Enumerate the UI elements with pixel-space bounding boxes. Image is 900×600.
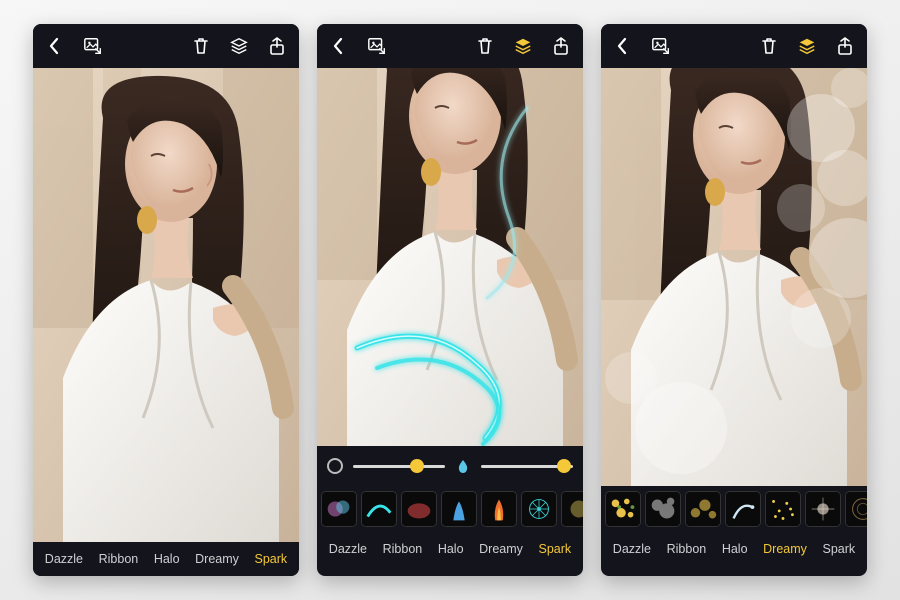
- phone-screen-1: Dazzle Ribbon Halo Dreamy Spark: [33, 24, 299, 576]
- tab-ribbon[interactable]: Ribbon: [667, 542, 707, 556]
- effect-thumbnails: [317, 486, 583, 532]
- trash-icon[interactable]: [759, 36, 779, 56]
- effect-thumb[interactable]: [685, 491, 721, 527]
- effect-thumb[interactable]: [725, 491, 761, 527]
- effect-thumb[interactable]: [605, 491, 641, 527]
- effect-category-tabs: Dazzle Ribbon Halo Dreamy Spark: [317, 532, 583, 566]
- effect-thumb[interactable]: [441, 491, 477, 527]
- effect-thumb[interactable]: [805, 491, 841, 527]
- tab-dreamy[interactable]: Dreamy: [479, 542, 523, 556]
- layers-icon[interactable]: [797, 36, 817, 56]
- tab-spark[interactable]: Spark: [823, 542, 856, 556]
- share-icon[interactable]: [835, 36, 855, 56]
- tab-dreamy[interactable]: Dreamy: [195, 552, 239, 566]
- image-edit-icon[interactable]: [83, 36, 103, 56]
- tab-dreamy[interactable]: Dreamy: [763, 542, 807, 556]
- tab-dazzle[interactable]: Dazzle: [45, 552, 83, 566]
- effect-category-tabs: Dazzle Ribbon Halo Dreamy Spark: [601, 532, 867, 566]
- image-edit-icon[interactable]: [367, 36, 387, 56]
- tab-spark[interactable]: Spark: [539, 542, 572, 556]
- brush-opacity-slider[interactable]: [481, 465, 573, 468]
- effect-thumb[interactable]: [481, 491, 517, 527]
- back-icon[interactable]: [45, 36, 65, 56]
- tab-dazzle[interactable]: Dazzle: [329, 542, 367, 556]
- trash-icon[interactable]: [191, 36, 211, 56]
- brush-size-slider[interactable]: [353, 465, 445, 468]
- effect-category-tabs: Dazzle Ribbon Halo Dreamy Spark: [33, 542, 299, 576]
- effect-thumbnails: [601, 486, 867, 532]
- photo-canvas[interactable]: [601, 68, 867, 486]
- layers-icon[interactable]: [229, 36, 249, 56]
- share-icon[interactable]: [267, 36, 287, 56]
- effect-thumb[interactable]: [845, 491, 867, 527]
- photo-canvas[interactable]: [317, 68, 583, 446]
- tab-halo[interactable]: Halo: [722, 542, 748, 556]
- tab-halo[interactable]: Halo: [438, 542, 464, 556]
- top-toolbar: [317, 24, 583, 68]
- back-icon[interactable]: [329, 36, 349, 56]
- effect-thumb[interactable]: [521, 491, 557, 527]
- photo-canvas[interactable]: [33, 68, 299, 542]
- slider-thumb[interactable]: [410, 459, 424, 473]
- effect-thumb[interactable]: [765, 491, 801, 527]
- phone-screen-2: Dazzle Ribbon Halo Dreamy Spark: [317, 24, 583, 576]
- opacity-drop-icon: [455, 458, 471, 474]
- tab-dazzle[interactable]: Dazzle: [613, 542, 651, 556]
- effect-thumb[interactable]: [645, 491, 681, 527]
- share-icon[interactable]: [551, 36, 571, 56]
- brush-sliders: [317, 446, 583, 486]
- phone-screen-3: Dazzle Ribbon Halo Dreamy Spark: [601, 24, 867, 576]
- effect-thumb[interactable]: [321, 491, 357, 527]
- top-toolbar: [601, 24, 867, 68]
- trash-icon[interactable]: [475, 36, 495, 56]
- effect-thumb[interactable]: [361, 491, 397, 527]
- effect-thumb[interactable]: [401, 491, 437, 527]
- tab-halo[interactable]: Halo: [154, 552, 180, 566]
- tab-ribbon[interactable]: Ribbon: [383, 542, 423, 556]
- tab-spark[interactable]: Spark: [255, 552, 288, 566]
- brush-size-icon: [327, 458, 343, 474]
- tab-ribbon[interactable]: Ribbon: [99, 552, 139, 566]
- back-icon[interactable]: [613, 36, 633, 56]
- image-edit-icon[interactable]: [651, 36, 671, 56]
- top-toolbar: [33, 24, 299, 68]
- effect-thumb[interactable]: [561, 491, 583, 527]
- slider-thumb[interactable]: [557, 459, 571, 473]
- layers-icon[interactable]: [513, 36, 533, 56]
